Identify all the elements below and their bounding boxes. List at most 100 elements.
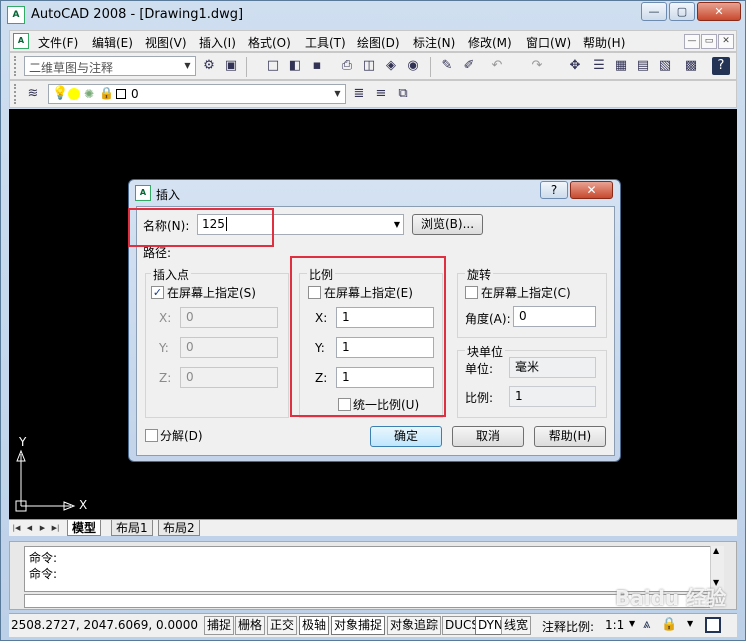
insertion-x-label: X: [159, 311, 172, 325]
match-properties-icon[interactable]: ✐ [460, 57, 478, 75]
ortho-toggle[interactable]: 正交 [267, 616, 298, 635]
next-tab-icon[interactable]: ▶ [37, 522, 48, 534]
window-title: AutoCAD 2008 - [Drawing1.dwg] [31, 7, 244, 22]
ok-button[interactable]: 确定 [370, 426, 442, 447]
menu-insert[interactable]: 插入(I) [199, 34, 236, 51]
menu-dimension[interactable]: 标注(N) [413, 34, 455, 51]
command-input[interactable] [24, 594, 710, 608]
tab-model[interactable]: 模型 [67, 520, 102, 536]
menu-tools[interactable]: 工具(T) [305, 34, 346, 51]
maximize-button[interactable]: ▢ [669, 2, 695, 21]
rotation-title: 旋转 [465, 266, 494, 283]
print-icon[interactable]: ⎙ [338, 57, 356, 75]
toolbar-separator [430, 57, 431, 77]
coordinates-readout: 2508.2727, 2047.6069, 0.0000 [11, 618, 199, 632]
toolbar-grip[interactable] [14, 56, 17, 76]
menu-help[interactable]: 帮助(H) [583, 34, 625, 51]
dialog-app-icon: A [135, 185, 151, 201]
make-current-layer-icon[interactable]: ≣ [350, 85, 368, 103]
undo-icon[interactable]: ↶ [488, 57, 506, 75]
viewport-freeze-icon: ✺ [84, 87, 95, 101]
chevron-down-icon[interactable]: ▼ [394, 215, 400, 234]
unit-value: 毫米 [509, 357, 596, 378]
snap-toggle[interactable]: 捕捉 [204, 616, 235, 635]
print-preview-icon[interactable]: ◫ [360, 57, 378, 75]
layer-name: 0 [131, 87, 139, 101]
tool-palettes-icon[interactable]: ▤ [634, 57, 652, 75]
chevron-down-icon[interactable]: ▼ [629, 619, 635, 628]
prev-tab-icon[interactable]: ◀ [24, 522, 35, 534]
tab-layout1[interactable]: 布局1 [111, 520, 153, 536]
insertion-y-field[interactable]: 0 [180, 337, 278, 358]
new-file-icon[interactable]: □ [264, 57, 282, 75]
sheet-set-icon[interactable]: ▧ [656, 57, 674, 75]
last-tab-icon[interactable]: ▶| [50, 522, 61, 534]
rotation-onscreen-label: 在屏幕上指定(C) [481, 286, 571, 300]
menu-modify[interactable]: 修改(M) [468, 34, 512, 51]
autocad-app-icon[interactable]: A [7, 6, 25, 24]
menu-file[interactable]: 文件(F) [38, 34, 78, 51]
polar-toggle[interactable]: 极轴 [299, 616, 330, 635]
lineweight-toggle[interactable]: 线宽 [501, 616, 532, 635]
insertion-x-field[interactable]: 0 [180, 307, 278, 328]
save-icon[interactable]: ▪ [308, 57, 326, 75]
rotation-onscreen-checkbox[interactable] [465, 286, 478, 299]
annotation-visibility-icon[interactable]: ⩓ [643, 617, 650, 632]
menu-format[interactable]: 格式(O) [248, 34, 291, 51]
grid-toggle[interactable]: 栅格 [235, 616, 266, 635]
insertion-onscreen-label: 在屏幕上指定(S) [167, 286, 256, 300]
3d-dwf-icon[interactable]: ◉ [404, 57, 422, 75]
annotation-scale-value[interactable]: 1:1 [605, 618, 624, 632]
explode-checkbox[interactable] [145, 429, 158, 442]
rotation-angle-field[interactable]: 0 [513, 306, 596, 327]
mdi-restore-button[interactable]: ▭ [701, 34, 717, 49]
toolbar-grip[interactable] [14, 84, 17, 104]
mdi-close-button[interactable]: ✕ [718, 34, 734, 49]
ucs-y-label: Y [19, 435, 27, 449]
help-button[interactable]: 帮助(H) [534, 426, 606, 447]
design-center-icon[interactable]: ▦ [612, 57, 630, 75]
menu-view[interactable]: 视图(V) [145, 34, 187, 51]
workspace-select[interactable]: 二维草图与注释 ▼ [24, 56, 196, 76]
workspace-settings-icon[interactable]: ⚙ [200, 57, 218, 75]
browse-button[interactable]: 浏览(B)... [412, 214, 483, 235]
lightbulb-icon: 💡 [52, 86, 69, 101]
open-file-icon[interactable]: ◧ [286, 57, 304, 75]
insertion-point-title: 插入点 [151, 266, 192, 283]
pan-icon[interactable]: ✥ [566, 57, 584, 75]
insertion-onscreen-checkbox[interactable]: ✓ [151, 286, 164, 299]
scroll-up-icon[interactable]: ▲ [713, 546, 719, 555]
dialog-close-button[interactable]: ✕ [570, 181, 613, 199]
layer-manager-icon[interactable]: ≋ [24, 85, 42, 103]
cancel-button[interactable]: 取消 [452, 426, 524, 447]
menu-edit[interactable]: 编辑(E) [92, 34, 133, 51]
calculator-icon[interactable]: ▩ [682, 57, 700, 75]
layer-previous-icon[interactable]: ≡ [372, 85, 390, 103]
redo-icon[interactable]: ↷ [528, 57, 546, 75]
otrack-toggle[interactable]: 对象追踪 [387, 616, 442, 635]
toolbar-lock-icon[interactable]: 🔒 [661, 617, 677, 632]
close-button[interactable]: ✕ [697, 2, 741, 21]
drawing-icon[interactable]: A [13, 33, 29, 49]
explode-label: 分解(D) [160, 429, 203, 443]
save-workspace-icon[interactable]: ▣ [222, 57, 240, 75]
osnap-toggle[interactable]: 对象捕捉 [331, 616, 386, 635]
tab-layout2[interactable]: 布局2 [158, 520, 200, 536]
minimize-button[interactable]: — [641, 2, 667, 21]
menu-draw[interactable]: 绘图(D) [357, 34, 400, 51]
insertion-z-field[interactable]: 0 [180, 367, 278, 388]
help-icon[interactable]: ? [712, 57, 730, 75]
menu-window[interactable]: 窗口(W) [526, 34, 571, 51]
publish-icon[interactable]: ◈ [382, 57, 400, 75]
mdi-minimize-button[interactable]: — [684, 34, 700, 49]
chevron-down-icon[interactable]: ▼ [687, 619, 693, 628]
pen-icon[interactable]: ✎ [438, 57, 456, 75]
chevron-down-icon[interactable]: ▼ [330, 85, 345, 103]
layer-states-icon[interactable]: ⧉ [394, 85, 412, 103]
chevron-down-icon[interactable]: ▼ [180, 57, 195, 75]
properties-icon[interactable]: ☰ [590, 57, 608, 75]
clean-screen-icon[interactable] [705, 617, 721, 633]
dialog-help-button[interactable]: ? [540, 181, 568, 199]
layer-select[interactable]: 💡 ✺ 🔒 0 ▼ [48, 84, 346, 104]
first-tab-icon[interactable]: |◀ [11, 522, 22, 534]
